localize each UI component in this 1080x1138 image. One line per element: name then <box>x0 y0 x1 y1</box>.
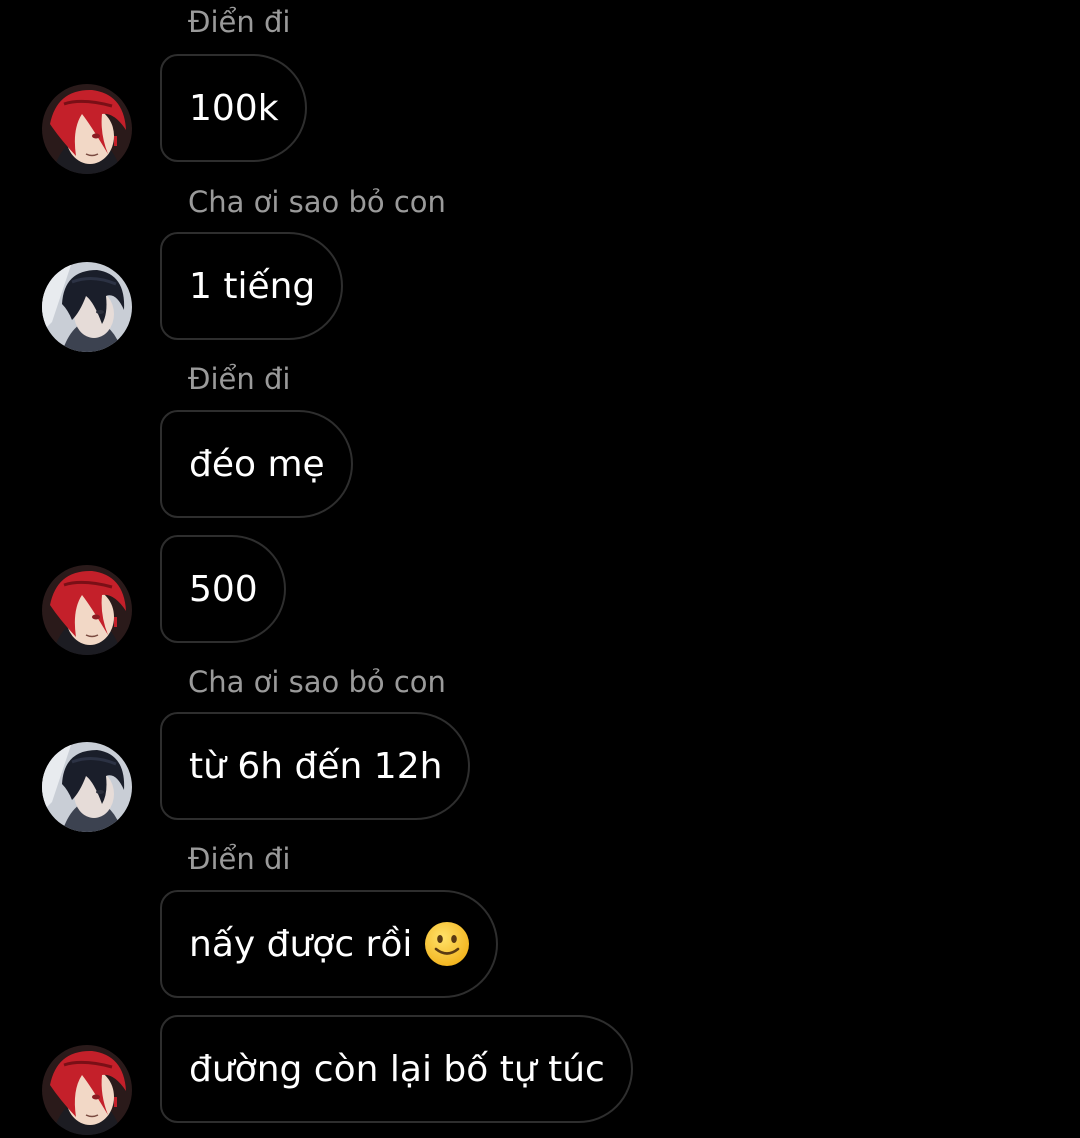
slightly-smiling-face-icon <box>424 921 470 967</box>
sender-name: Cha ơi sao bỏ con <box>188 185 446 219</box>
message-text: 500 <box>189 568 258 610</box>
dark-hair-avatar-icon <box>42 262 132 352</box>
message-text: 1 tiếng <box>189 265 316 307</box>
message-bubble[interactable]: đường còn lại bố tự túc <box>160 1015 633 1123</box>
message-text: đéo mẹ <box>189 443 325 485</box>
avatar[interactable] <box>42 565 132 655</box>
message-text: 100k <box>189 87 279 129</box>
message-bubble[interactable]: từ 6h đến 12h <box>160 712 471 820</box>
avatar[interactable] <box>42 742 132 832</box>
message-text: nấy được rồi <box>189 923 413 965</box>
sender-name: Điển đi <box>188 362 291 396</box>
red-hair-avatar-icon <box>42 84 132 174</box>
sender-name: Cha ơi sao bỏ con <box>188 665 446 699</box>
message-bubble[interactable]: 500 <box>160 535 286 643</box>
message-bubble[interactable]: nấy được rồi <box>160 890 499 998</box>
red-hair-avatar-icon <box>42 565 132 655</box>
message-text: đường còn lại bố tự túc <box>189 1048 605 1090</box>
dark-hair-avatar-icon <box>42 742 132 832</box>
message-bubble[interactable]: 100k <box>160 54 307 162</box>
avatar[interactable] <box>42 1045 132 1135</box>
avatar[interactable] <box>42 262 132 352</box>
avatar[interactable] <box>42 84 132 174</box>
message-text: từ 6h đến 12h <box>189 745 443 787</box>
message-bubble[interactable]: đéo mẹ <box>160 410 353 518</box>
red-hair-avatar-icon <box>42 1045 132 1135</box>
message-bubble[interactable]: 1 tiếng <box>160 232 344 340</box>
sender-name: Điển đi <box>188 5 291 39</box>
sender-name: Điển đi <box>188 842 291 876</box>
